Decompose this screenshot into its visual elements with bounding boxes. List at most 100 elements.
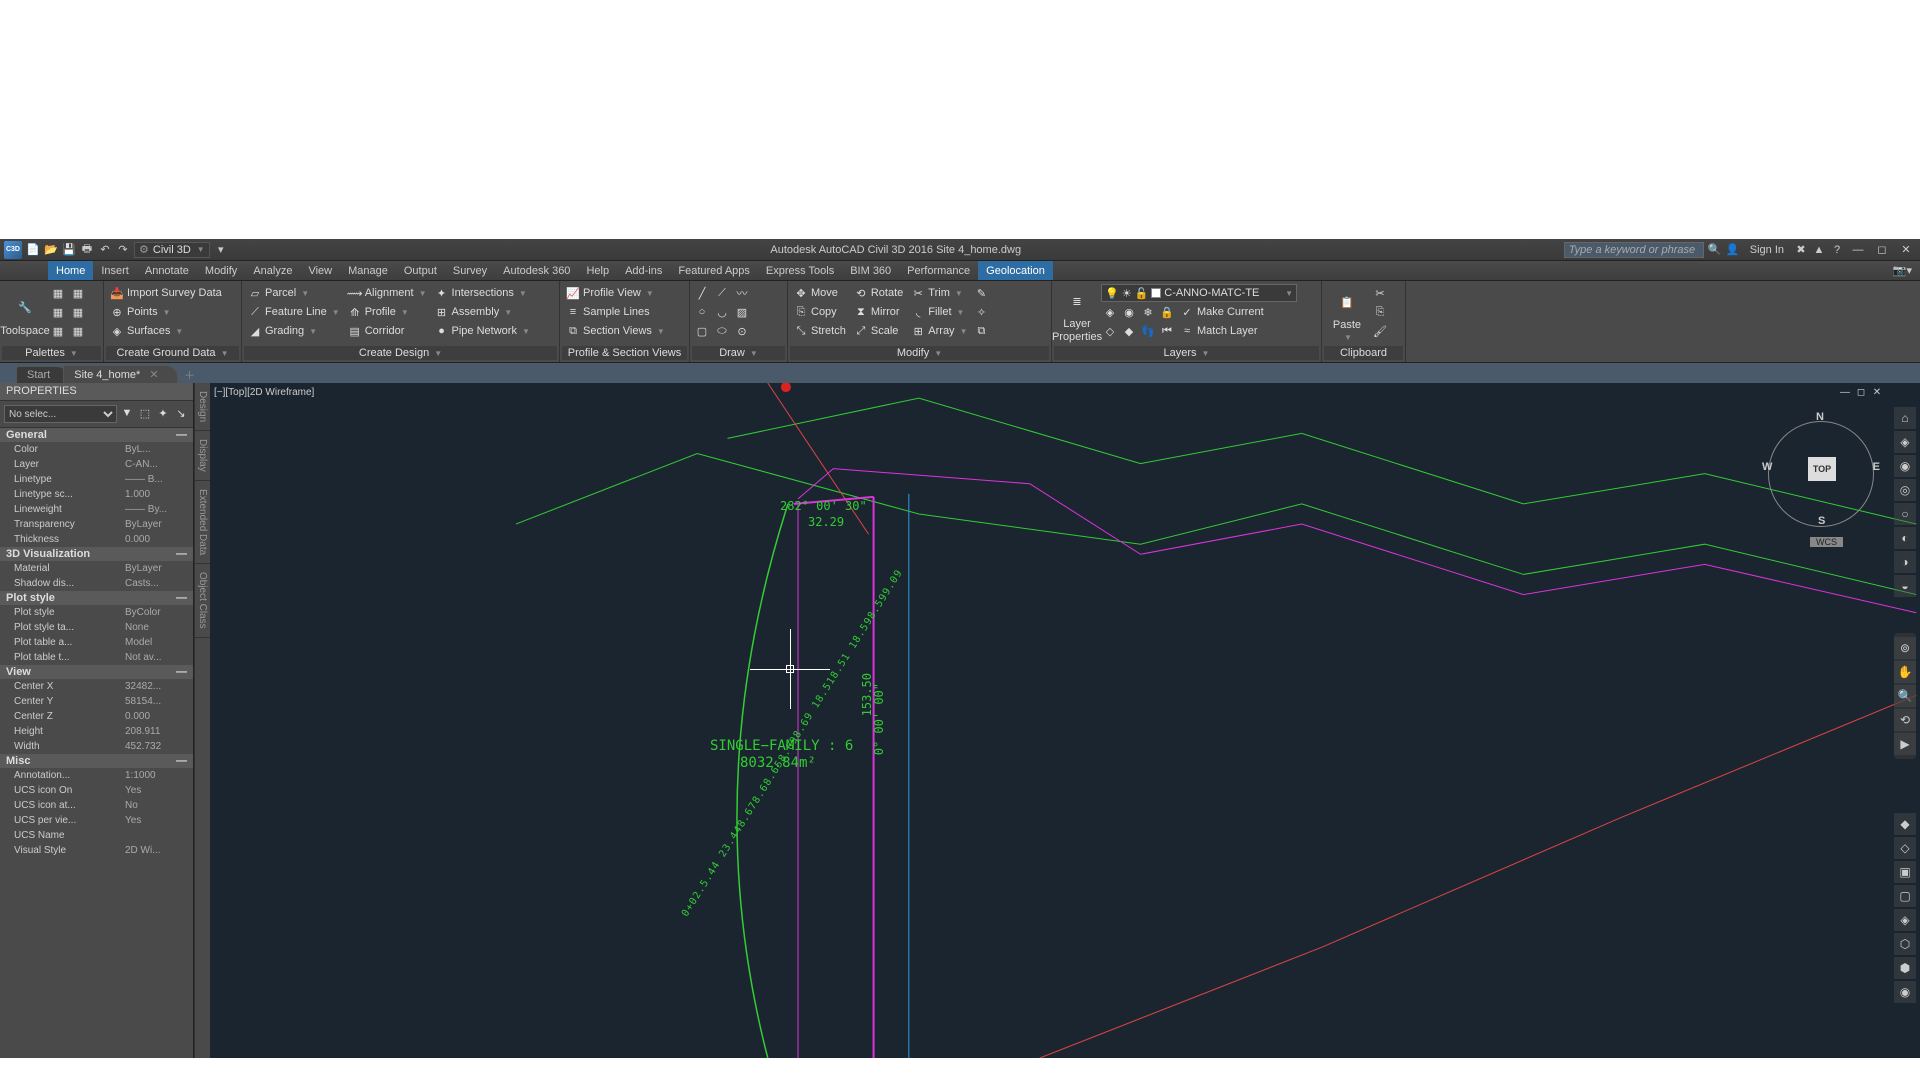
compass-w[interactable]: W bbox=[1762, 461, 1772, 473]
point-icon[interactable]: ⊙ bbox=[733, 322, 751, 340]
paste-button[interactable]: 📋 Paste▼ bbox=[1325, 284, 1369, 345]
intersections-button[interactable]: ✦Intersections▼ bbox=[432, 284, 533, 302]
prop-row[interactable]: Plot styleByColor bbox=[0, 605, 193, 620]
prop-row[interactable]: Plot table a...Model bbox=[0, 635, 193, 650]
selection-dropdown-arrow[interactable]: ▼ bbox=[119, 405, 135, 421]
section-views-button[interactable]: ⧉Section Views▼ bbox=[563, 322, 668, 340]
nav-icon-4[interactable]: ○ bbox=[1894, 503, 1916, 525]
save-icon[interactable]: 💾 bbox=[62, 243, 76, 257]
menu-tab-featured-apps[interactable]: Featured Apps bbox=[670, 261, 758, 280]
import-survey-button[interactable]: 📥Import Survey Data bbox=[107, 284, 225, 302]
move-button[interactable]: ✥Move bbox=[791, 284, 849, 302]
prop-category-misc[interactable]: Misc— bbox=[0, 754, 193, 768]
qat-dropdown[interactable]: ▾ bbox=[214, 243, 228, 257]
exchange-icon[interactable]: ✖ bbox=[1794, 243, 1808, 257]
menu-tab-autodesk-360[interactable]: Autodesk 360 bbox=[495, 261, 578, 280]
fillet-button[interactable]: ◟Fillet▼ bbox=[908, 303, 970, 321]
make-current-button[interactable]: ✓Make Current bbox=[1177, 303, 1267, 321]
quickselect-icon[interactable]: ⬚ bbox=[137, 405, 153, 421]
nav-icon-7[interactable]: ◒ bbox=[1894, 575, 1916, 597]
matchprop-icon[interactable]: 🖌 bbox=[1371, 322, 1389, 340]
close-button[interactable]: ✕ bbox=[1896, 243, 1916, 256]
add-tab-button[interactable]: ＋ bbox=[180, 367, 200, 383]
side-tab-object-class[interactable]: Object Class bbox=[195, 564, 210, 638]
tool-icon-4[interactable]: ▢ bbox=[1894, 885, 1916, 907]
menu-tab-manage[interactable]: Manage bbox=[340, 261, 396, 280]
trim-button[interactable]: ✂Trim▼ bbox=[908, 284, 970, 302]
new-icon[interactable]: 📄 bbox=[26, 243, 40, 257]
rect-icon[interactable]: ▢ bbox=[693, 322, 711, 340]
menu-tab-view[interactable]: View bbox=[300, 261, 340, 280]
nav-icon-3[interactable]: ◎ bbox=[1894, 479, 1916, 501]
tool-icon-1[interactable]: ◆ bbox=[1894, 813, 1916, 835]
layer-selector[interactable]: 💡 ☀ 🔓 C-ANNO-MATC-TE▼ bbox=[1101, 284, 1297, 302]
menu-tab-modify[interactable]: Modify bbox=[197, 261, 245, 280]
selection-dropdown[interactable]: No selec... bbox=[4, 405, 117, 423]
layer-freeze-icon[interactable]: ❄ bbox=[1139, 303, 1157, 321]
offset-icon[interactable]: ⧉ bbox=[972, 322, 990, 340]
prop-row[interactable]: Thickness0.000 bbox=[0, 532, 193, 547]
close-tab-icon[interactable]: ✕ bbox=[149, 369, 158, 381]
palette-icon-6[interactable]: ▦ bbox=[69, 322, 87, 340]
compass-n[interactable]: N bbox=[1816, 411, 1824, 423]
explode-icon[interactable]: ✧ bbox=[972, 303, 990, 321]
menu-tab-express-tools[interactable]: Express Tools bbox=[758, 261, 842, 280]
open-icon[interactable]: 📂 bbox=[44, 243, 58, 257]
erase-icon[interactable]: ✎ bbox=[972, 284, 990, 302]
copy-button[interactable]: ⎘Copy bbox=[791, 303, 849, 321]
panel-title-palettes[interactable]: Palettes▼ bbox=[2, 346, 101, 360]
panel-title-ground[interactable]: Create Ground Data▼ bbox=[106, 346, 239, 360]
stretch-button[interactable]: ⤡Stretch bbox=[791, 322, 849, 340]
stayconnected-icon[interactable]: ▲ bbox=[1812, 243, 1826, 257]
profile-view-button[interactable]: 📈Profile View▼ bbox=[563, 284, 668, 302]
grading-button[interactable]: ◢Grading▼ bbox=[245, 322, 343, 340]
prop-row[interactable]: Visual Style2D Wi... bbox=[0, 843, 193, 858]
prop-row[interactable]: UCS per vie...Yes bbox=[0, 813, 193, 828]
palette-icon-2[interactable]: ▦ bbox=[49, 303, 67, 321]
profile-button[interactable]: ⟰Profile▼ bbox=[345, 303, 430, 321]
points-button[interactable]: ⊕Points▼ bbox=[107, 303, 225, 321]
pick-icon[interactable]: ↘ bbox=[173, 405, 189, 421]
palette-icon-5[interactable]: ▦ bbox=[69, 303, 87, 321]
spline-icon[interactable]: 〰 bbox=[733, 284, 751, 302]
tool-icon-8[interactable]: ◉ bbox=[1894, 981, 1916, 1003]
menu-tab-analyze[interactable]: Analyze bbox=[245, 261, 300, 280]
menu-tab-insert[interactable]: Insert bbox=[93, 261, 137, 280]
search-input[interactable] bbox=[1564, 242, 1704, 258]
maximize-button[interactable]: ◻ bbox=[1872, 243, 1892, 256]
home-icon[interactable]: ⌂ bbox=[1894, 407, 1916, 429]
prop-row[interactable]: Annotation...1:1000 bbox=[0, 768, 193, 783]
sample-lines-button[interactable]: ≡Sample Lines bbox=[563, 303, 668, 321]
tool-icon-5[interactable]: ◈ bbox=[1894, 909, 1916, 931]
prop-row[interactable]: Plot table t...Not av... bbox=[0, 650, 193, 665]
layer-state-icon[interactable]: ◈ bbox=[1101, 303, 1119, 321]
help-icon[interactable]: ? bbox=[1830, 243, 1844, 257]
view-cube[interactable]: N S E W TOP WCS bbox=[1766, 409, 1876, 529]
prop-row[interactable]: Center Z0.000 bbox=[0, 709, 193, 724]
rotate-button[interactable]: ⟲Rotate bbox=[851, 284, 906, 302]
menu-tab-output[interactable]: Output bbox=[396, 261, 445, 280]
nav-bar-steering[interactable]: ⊚ ✋ 🔍 ⟲ ▶ bbox=[1894, 633, 1916, 759]
selectobjs-icon[interactable]: ✦ bbox=[155, 405, 171, 421]
parcel-button[interactable]: ▱Parcel▼ bbox=[245, 284, 343, 302]
undo-icon[interactable]: ↶ bbox=[98, 243, 112, 257]
prop-category-general[interactable]: General— bbox=[0, 428, 193, 442]
copy-clip-icon[interactable]: ⎘ bbox=[1371, 303, 1389, 321]
featureline-button[interactable]: ⟋Feature Line▼ bbox=[245, 303, 343, 321]
menu-tab-annotate[interactable]: Annotate bbox=[137, 261, 197, 280]
layer-uniso-icon[interactable]: ◆ bbox=[1120, 322, 1138, 340]
array-button[interactable]: ⊞Array▼ bbox=[908, 322, 970, 340]
layer-iso-icon[interactable]: ◇ bbox=[1101, 322, 1119, 340]
side-tab-extended-data[interactable]: Extended Data bbox=[195, 481, 210, 564]
prop-row[interactable]: Center Y58154... bbox=[0, 694, 193, 709]
palette-icon-1[interactable]: ▦ bbox=[49, 284, 67, 302]
orbit-icon[interactable]: ⟲ bbox=[1894, 709, 1916, 731]
layer-off-icon[interactable]: ◉ bbox=[1120, 303, 1138, 321]
sign-in-link[interactable]: Sign In bbox=[1744, 244, 1790, 256]
alignment-button[interactable]: ⟿Alignment▼ bbox=[345, 284, 430, 302]
corridor-button[interactable]: ▤Corridor bbox=[345, 322, 430, 340]
tool-icon-6[interactable]: ⬡ bbox=[1894, 933, 1916, 955]
tool-icon-7[interactable]: ⬢ bbox=[1894, 957, 1916, 979]
prop-row[interactable]: Lineweight—— By... bbox=[0, 502, 193, 517]
menu-tab-bim-360[interactable]: BIM 360 bbox=[842, 261, 899, 280]
